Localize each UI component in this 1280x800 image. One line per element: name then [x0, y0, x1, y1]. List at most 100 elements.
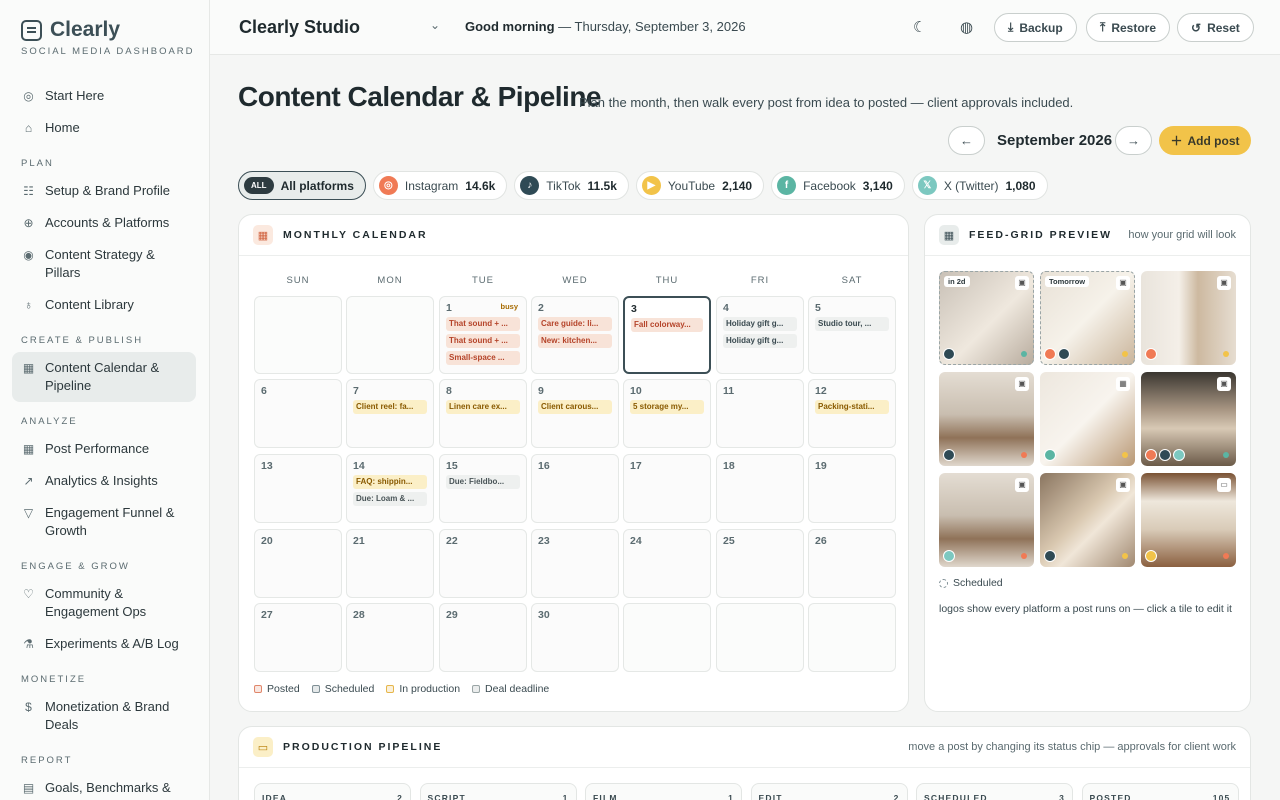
- platform-logo-icon: [1044, 348, 1056, 360]
- pipeline-column-scheduled[interactable]: SCHEDULED 3: [916, 783, 1073, 800]
- calendar-day[interactable]: 27: [254, 603, 342, 672]
- sidebar-item-experiments-a-b-log[interactable]: ⚗ Experiments & A/B Log: [12, 628, 196, 660]
- calendar-event[interactable]: Fall colorway...: [631, 318, 703, 332]
- feed-tile[interactable]: ▭: [1141, 473, 1236, 567]
- sidebar-item-accounts-platforms[interactable]: ⊕ Accounts & Platforms: [12, 207, 196, 239]
- pipeline-column-idea[interactable]: IDEA 2: [254, 783, 411, 800]
- calendar-day[interactable]: 6: [254, 379, 342, 448]
- day-number: 21: [353, 535, 365, 547]
- calendar-day[interactable]: 23: [531, 529, 619, 598]
- sidebar-item-monetization-brand-deals[interactable]: $ Monetization & Brand Deals: [12, 691, 196, 741]
- calendar-day[interactable]: 12 Packing-stati...: [808, 379, 896, 448]
- sidebar-item-analytics-insights[interactable]: ↗ Analytics & Insights: [12, 465, 196, 497]
- pipeline-column-script[interactable]: SCRIPT 1: [419, 783, 577, 800]
- calendar-event[interactable]: Due: Fieldbo...: [446, 475, 520, 489]
- platform-chip-facebook[interactable]: f Facebook 3,140: [771, 171, 905, 200]
- pipeline-column-edit[interactable]: EDIT 2: [750, 783, 908, 800]
- sidebar-item-start-here[interactable]: ◎ Start Here: [12, 80, 196, 112]
- calendar-day[interactable]: 30: [531, 603, 619, 672]
- calendar-event[interactable]: Client carous...: [538, 400, 612, 414]
- calendar-day[interactable]: 25: [716, 529, 804, 598]
- feed-tile[interactable]: ▣: [1040, 473, 1135, 567]
- brand[interactable]: Clearly: [21, 18, 120, 42]
- sidebar-item-setup-brand-profile[interactable]: ☷ Setup & Brand Profile: [12, 175, 196, 207]
- feed-tile[interactable]: ▣: [939, 372, 1034, 466]
- feed-tile[interactable]: ▦: [1040, 372, 1135, 466]
- calendar-day[interactable]: 15 Due: Fieldbo...: [439, 454, 527, 523]
- sidebar-item-goals-benchmarks[interactable]: ▤ Goals, Benchmarks &: [12, 772, 196, 800]
- calendar-day[interactable]: 13: [254, 454, 342, 523]
- reset-button[interactable]: ↺ Reset: [1177, 13, 1254, 42]
- calendar-day[interactable]: 18: [716, 454, 804, 523]
- calendar-event[interactable]: Packing-stati...: [815, 400, 889, 414]
- calendar-day[interactable]: 29: [439, 603, 527, 672]
- calendar-day[interactable]: 17: [623, 454, 711, 523]
- feed-tile[interactable]: ▣: [939, 473, 1034, 567]
- workspace-name[interactable]: Clearly Studio: [239, 17, 360, 38]
- calendar-event[interactable]: Linen care ex...: [446, 400, 520, 414]
- sidebar-item-engagement-funnel-growth[interactable]: ▽ Engagement Funnel & Growth: [12, 497, 196, 547]
- platform-chip-x-twitter[interactable]: 𝕏 X (Twitter) 1,080: [911, 171, 1048, 200]
- nav-section-title: REPORT: [21, 755, 73, 766]
- add-post-button[interactable]: ＋ Add post: [1159, 126, 1251, 155]
- calendar-event[interactable]: Holiday gift g...: [723, 334, 797, 348]
- calendar-day[interactable]: 21: [346, 529, 434, 598]
- sidebar-item-content-library[interactable]: ♁ Content Library: [12, 289, 196, 321]
- calendar-event[interactable]: New: kitchen...: [538, 334, 612, 348]
- pipeline-column-film[interactable]: FILM 1: [585, 783, 742, 800]
- calendar-event[interactable]: Due: Loam & ...: [353, 492, 427, 506]
- calendar-day[interactable]: 14 FAQ: shippin... Due: Loam & ...: [346, 454, 434, 523]
- calendar-day[interactable]: 2 Care guide: li... New: kitchen...: [531, 296, 619, 374]
- palette-icon[interactable]: ◍: [960, 18, 973, 36]
- moon-icon[interactable]: ☾: [913, 18, 926, 36]
- calendar-day[interactable]: 1 busy That sound + ... That sound + ... Sma…: [439, 296, 527, 374]
- feed-tile[interactable]: Tomorrow ▣: [1040, 271, 1135, 365]
- sidebar-item-home[interactable]: ⌂ Home: [12, 112, 196, 144]
- prev-month-button[interactable]: ←: [948, 126, 985, 155]
- feed-tile[interactable]: ▣: [1141, 372, 1236, 466]
- platform-chip-tiktok[interactable]: ♪ TikTok 11.5k: [514, 171, 629, 200]
- platform-logo-icon: [1173, 449, 1185, 461]
- sidebar-item-label: Content Calendar & Pipeline: [45, 360, 160, 393]
- calendar-day[interactable]: 4 Holiday gift g... Holiday gift g...: [716, 296, 804, 374]
- backup-button[interactable]: ⤓ Backup: [994, 13, 1077, 42]
- tile-platforms: [943, 449, 955, 461]
- status-dot: [1122, 553, 1128, 559]
- calendar-day[interactable]: 16: [531, 454, 619, 523]
- feed-tile[interactable]: ▣: [1141, 271, 1236, 365]
- calendar-event[interactable]: Studio tour, ...: [815, 317, 889, 331]
- sidebar-item-content-strategy-pillars[interactable]: ◉ Content Strategy & Pillars: [12, 239, 196, 289]
- calendar-event[interactable]: 5 storage my...: [630, 400, 704, 414]
- calendar-day[interactable]: 20: [254, 529, 342, 598]
- sidebar-item-content-calendar-pipeline[interactable]: ▦ Content Calendar & Pipeline: [12, 352, 196, 402]
- calendar-event[interactable]: That sound + ...: [446, 334, 520, 348]
- restore-button[interactable]: ⤒ Restore: [1086, 13, 1170, 42]
- chevron-down-icon[interactable]: ⌄: [430, 18, 440, 32]
- calendar-day[interactable]: 26: [808, 529, 896, 598]
- platform-chip-all-platforms[interactable]: ALL All platforms: [238, 171, 366, 200]
- calendar-event[interactable]: Client reel: fa...: [353, 400, 427, 414]
- calendar-day[interactable]: 22: [439, 529, 527, 598]
- platform-chip-youtube[interactable]: ▶ YouTube 2,140: [635, 171, 765, 200]
- calendar-event[interactable]: FAQ: shippin...: [353, 475, 427, 489]
- calendar-day[interactable]: 5 Studio tour, ...: [808, 296, 896, 374]
- sidebar-item-post-performance[interactable]: ▦ Post Performance: [12, 433, 196, 465]
- calendar-day[interactable]: 28: [346, 603, 434, 672]
- pipeline-column-posted[interactable]: POSTED 105: [1081, 783, 1239, 800]
- next-month-button[interactable]: →: [1115, 126, 1152, 155]
- calendar-event[interactable]: Small-space ...: [446, 351, 520, 365]
- calendar-day[interactable]: 11: [716, 379, 804, 448]
- calendar-day[interactable]: 24: [623, 529, 711, 598]
- sidebar-item-community-engagement-ops[interactable]: ♡ Community & Engagement Ops: [12, 578, 196, 628]
- calendar-day[interactable]: 19: [808, 454, 896, 523]
- calendar-day[interactable]: 7 Client reel: fa...: [346, 379, 434, 448]
- feed-tile[interactable]: in 2d ▣: [939, 271, 1034, 365]
- calendar-event[interactable]: That sound + ...: [446, 317, 520, 331]
- platform-chip-instagram[interactable]: ◎ Instagram 14.6k: [372, 171, 508, 200]
- calendar-event[interactable]: Holiday gift g...: [723, 317, 797, 331]
- calendar-day[interactable]: 8 Linen care ex...: [439, 379, 527, 448]
- calendar-day[interactable]: 9 Client carous...: [531, 379, 619, 448]
- calendar-event[interactable]: Care guide: li...: [538, 317, 612, 331]
- calendar-day[interactable]: 10 5 storage my...: [623, 379, 711, 448]
- calendar-day[interactable]: 3 Fall colorway...: [623, 296, 711, 374]
